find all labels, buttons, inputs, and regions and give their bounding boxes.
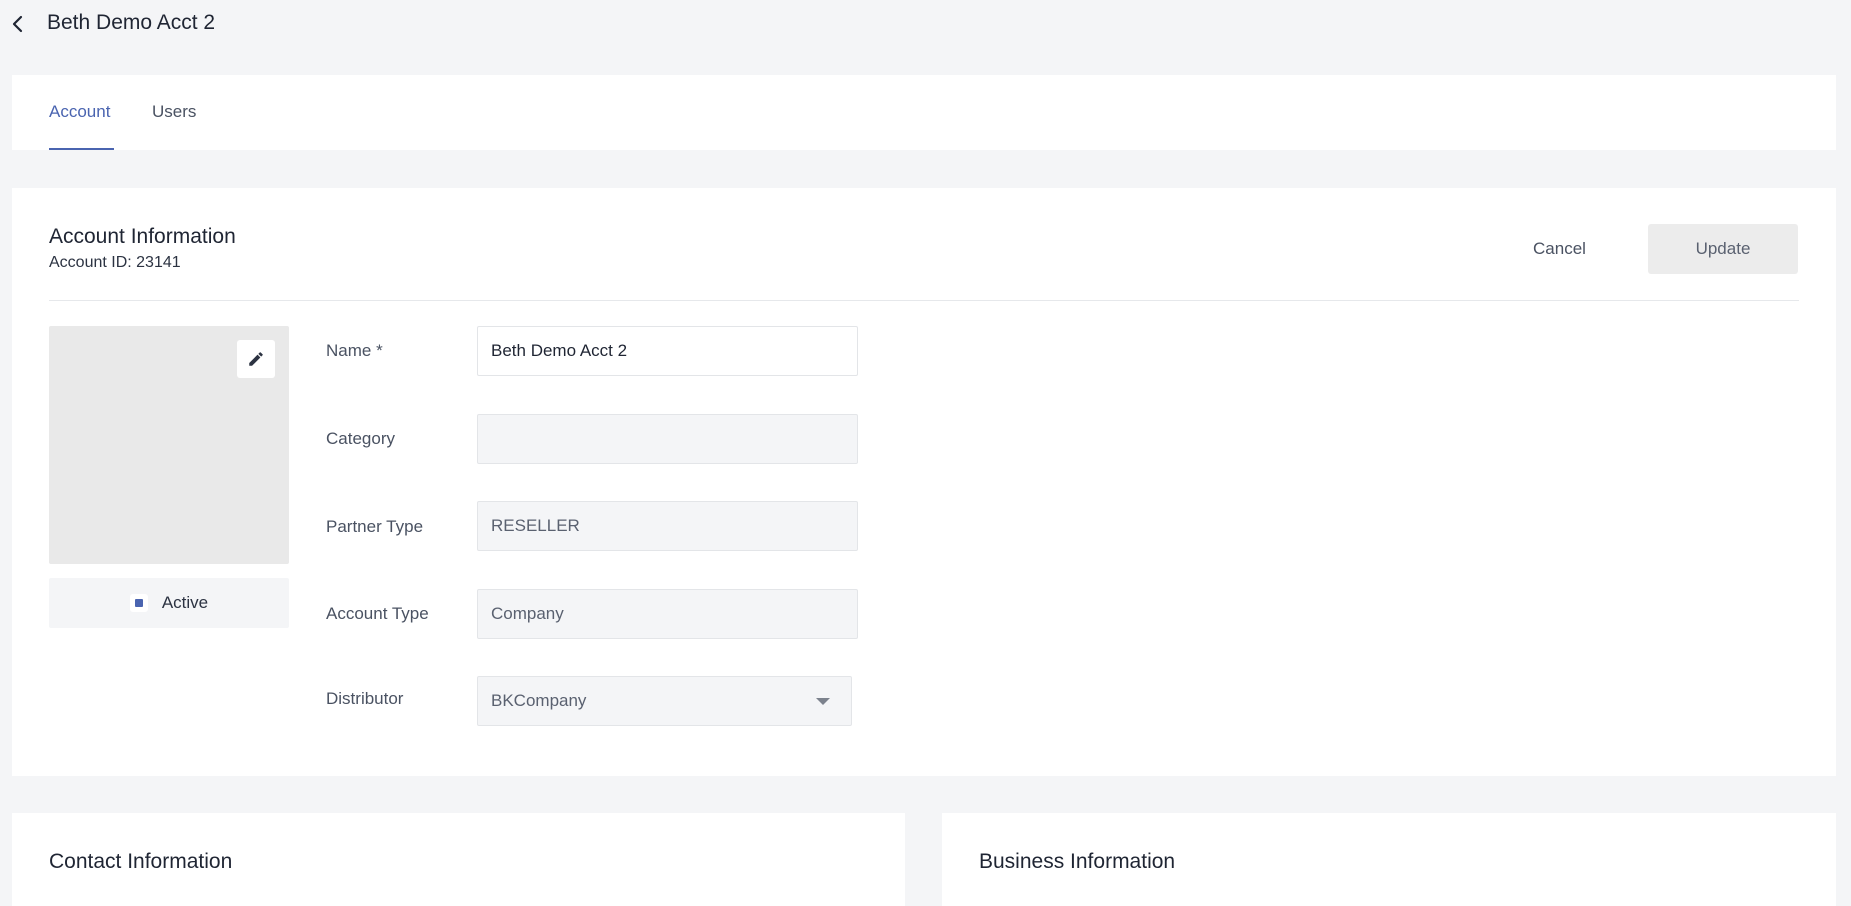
partner-type-field: RESELLER [477,501,858,551]
business-information-title: Business Information [979,850,1176,873]
account-information-card: Account Information Account ID: 23141 Ca… [12,188,1836,776]
pencil-icon [249,352,263,366]
category-label: Category [326,429,395,448]
tab-account[interactable]: Account [49,102,110,122]
cancel-button[interactable]: Cancel [1507,224,1612,274]
tab-users[interactable]: Users [152,102,196,122]
active-status-toggle[interactable]: Active [49,578,289,628]
active-tab-indicator [49,148,114,150]
account-logo-placeholder [49,326,289,564]
account-type-field: Company [477,589,858,639]
update-button[interactable]: Update [1648,224,1798,274]
top-bar: Beth Demo Acct 2 [0,0,1851,50]
account-id: Account ID: 23141 [49,254,181,271]
tabs-bar: Account Users [12,75,1836,150]
distributor-label: Distributor [326,689,404,708]
name-input[interactable]: Beth Demo Acct 2 [477,326,858,376]
account-type-label: Account Type [326,604,429,623]
section-title: Account Information [49,225,236,248]
status-label: Active [161,593,209,612]
edit-logo-button[interactable] [237,340,275,378]
caret-down-icon [816,697,830,705]
contact-information-title: Contact Information [49,850,233,873]
contact-information-card: Contact Information [12,813,905,906]
name-label: Name * [326,341,383,360]
checkbox-checked-indicator [134,599,143,607]
business-information-card: Business Information [942,813,1836,906]
active-checkbox[interactable] [129,594,148,612]
page-title: Beth Demo Acct 2 [47,11,216,34]
divider [49,300,1799,301]
partner-type-label: Partner Type [326,517,424,536]
distributor-value: BKCompany [491,691,587,710]
back-button[interactable] [6,10,30,38]
chevron-left-icon [12,15,23,33]
category-field [477,414,858,464]
distributor-select[interactable]: BKCompany [477,676,852,726]
